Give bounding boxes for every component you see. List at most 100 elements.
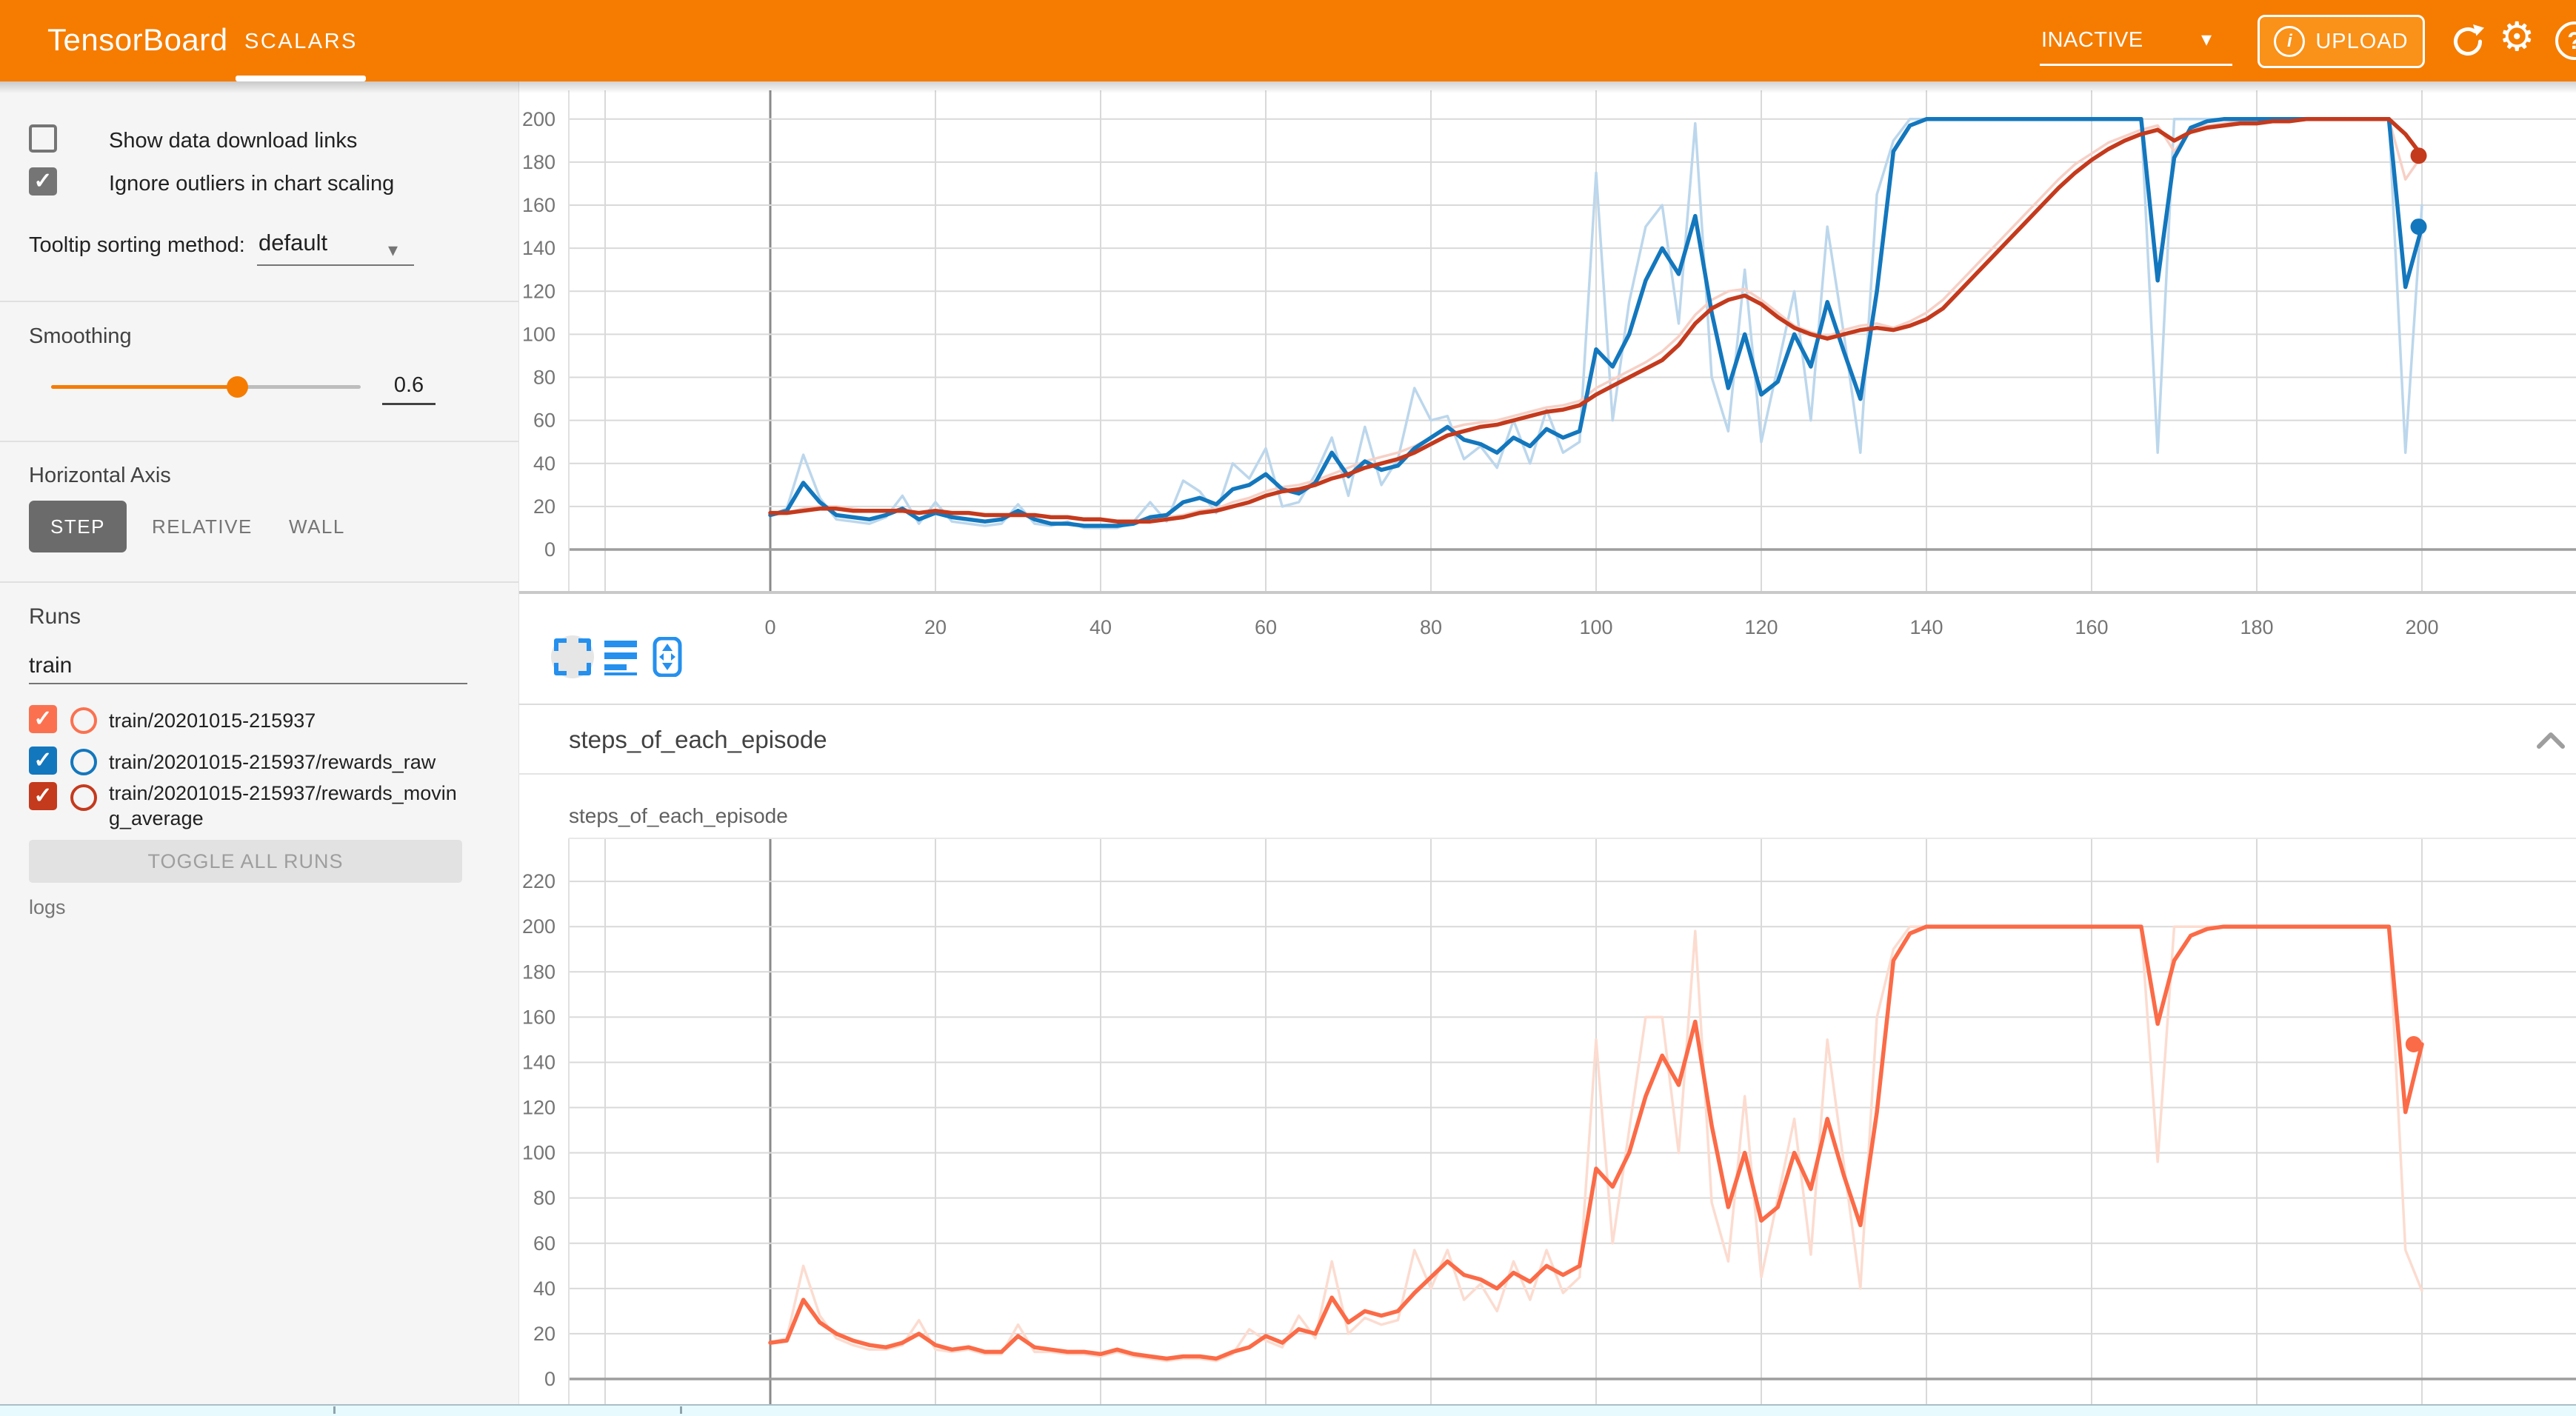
app-title: TensorBoard <box>47 22 228 58</box>
svg-text:140: 140 <box>522 237 555 259</box>
haxis-wall-button[interactable]: WALL <box>289 515 345 538</box>
toggle-all-runs-button[interactable]: TOGGLE ALL RUNS <box>29 840 462 883</box>
ignore-outliers-label: Ignore outliers in chart scaling <box>109 172 394 196</box>
tab-active-underline <box>236 76 366 81</box>
section-title[interactable]: steps_of_each_episode <box>569 726 827 754</box>
svg-text:0: 0 <box>764 616 775 638</box>
svg-text:100: 100 <box>522 1142 555 1164</box>
chart-card-title: steps_of_each_episode <box>569 804 788 828</box>
status-dropdown[interactable]: INACTIVE <box>2041 28 2143 53</box>
svg-text:180: 180 <box>522 961 555 983</box>
horizontal-axis-label: Horizontal Axis <box>29 464 171 488</box>
svg-text:120: 120 <box>522 1097 555 1119</box>
runs-filter-input[interactable]: train <box>29 653 72 678</box>
svg-text:140: 140 <box>522 1051 555 1073</box>
haxis-relative-button[interactable]: RELATIVE <box>152 515 253 538</box>
header-shadow <box>0 81 2576 93</box>
show-download-links-label: Show data download links <box>109 129 357 153</box>
steps-chart[interactable]: 020406080100120140160180200220 <box>518 829 2576 1404</box>
runs-heading: Runs <box>29 604 81 629</box>
check-icon: ✓ <box>33 170 52 193</box>
divider <box>518 773 2576 775</box>
run-row[interactable]: ✓ <box>29 747 57 775</box>
smoothing-slider-thumb[interactable] <box>227 376 248 398</box>
divider <box>518 704 2576 705</box>
run-color-ring[interactable] <box>70 784 97 811</box>
bottom-strip <box>0 1404 2576 1416</box>
svg-text:120: 120 <box>1744 616 1778 638</box>
smoothing-slider-fill <box>51 385 237 389</box>
data-table-icon[interactable] <box>604 638 637 675</box>
chevron-up-icon[interactable] <box>2536 732 2566 749</box>
svg-text:180: 180 <box>522 151 555 173</box>
smoothing-label: Smoothing <box>29 324 132 349</box>
svg-text:40: 40 <box>533 452 555 475</box>
svg-text:100: 100 <box>522 323 555 345</box>
tooltip-sorting-label: Tooltip sorting method: <box>29 233 245 258</box>
svg-text:160: 160 <box>522 194 555 216</box>
expand-chart-icon[interactable] <box>553 637 593 677</box>
haxis-step-button[interactable]: STEP <box>29 501 127 552</box>
svg-text:60: 60 <box>1255 616 1277 638</box>
run-label: train/20201015-215937/rewards_moving_ave… <box>109 781 466 831</box>
svg-text:180: 180 <box>2240 616 2273 638</box>
svg-text:0: 0 <box>544 1368 555 1390</box>
svg-text:80: 80 <box>1420 616 1442 638</box>
fit-domain-icon[interactable] <box>652 637 683 677</box>
run-checkbox[interactable]: ✓ <box>29 782 57 810</box>
divider <box>0 301 518 302</box>
check-icon: ✓ <box>33 785 52 807</box>
status-dropdown-underline <box>2040 64 2232 66</box>
run-color-ring[interactable] <box>70 707 97 734</box>
svg-text:20: 20 <box>924 616 947 638</box>
settings-sidebar: Show data download links ✓ Ignore outlie… <box>0 81 519 1416</box>
run-color-ring[interactable] <box>70 749 97 775</box>
help-icon[interactable]: ? <box>2555 21 2576 60</box>
rewards-chart[interactable]: 0204060801001201401601802000204060801001… <box>518 81 2576 704</box>
run-row[interactable]: ✓ <box>29 782 57 810</box>
run-row[interactable]: ✓ <box>29 705 57 733</box>
svg-text:200: 200 <box>522 108 555 130</box>
strip-tick <box>680 1406 682 1414</box>
upload-button-label: UPLOAD <box>2315 30 2408 54</box>
tooltip-sorting-select[interactable]: default <box>258 230 327 256</box>
caret-down-icon[interactable]: ▾ <box>388 238 398 261</box>
checkbox-unchecked[interactable] <box>29 124 57 153</box>
run-checkbox[interactable]: ✓ <box>29 747 57 775</box>
svg-text:160: 160 <box>2075 616 2108 638</box>
run-label: train/20201015-215937/rewards_raw <box>109 749 466 775</box>
tooltip-select-underline <box>257 264 414 266</box>
ignore-outliers-checkbox[interactable]: ✓ <box>29 167 57 196</box>
check-icon: ✓ <box>33 749 52 772</box>
run-label: train/20201015-215937 <box>109 708 466 733</box>
gear-icon[interactable]: ⚙ <box>2499 15 2535 59</box>
run-checkbox[interactable]: ✓ <box>29 705 57 733</box>
smoothing-value-input[interactable]: 0.6 <box>382 373 436 398</box>
svg-text:60: 60 <box>533 1232 555 1255</box>
upload-button[interactable]: i UPLOAD <box>2258 15 2425 68</box>
info-icon: i <box>2274 26 2305 57</box>
svg-text:200: 200 <box>522 915 555 938</box>
runs-filter-underline <box>29 683 467 684</box>
svg-text:120: 120 <box>522 280 555 302</box>
svg-text:100: 100 <box>1579 616 1612 638</box>
app-header: TensorBoard SCALARS INACTIVE ▾ i UPLOAD … <box>0 0 2576 81</box>
check-icon: ✓ <box>33 708 52 730</box>
svg-text:80: 80 <box>533 367 555 389</box>
svg-text:160: 160 <box>522 1006 555 1028</box>
smoothing-value-underline <box>382 403 436 405</box>
svg-text:200: 200 <box>2405 616 2438 638</box>
svg-text:40: 40 <box>1090 616 1112 638</box>
strip-tick <box>333 1406 336 1414</box>
refresh-icon[interactable] <box>2450 24 2486 59</box>
runs-group-logs-label[interactable]: logs <box>29 896 66 919</box>
svg-text:80: 80 <box>533 1187 555 1209</box>
svg-text:20: 20 <box>533 495 555 518</box>
checkbox-checked[interactable]: ✓ <box>29 167 57 196</box>
svg-text:20: 20 <box>533 1323 555 1345</box>
tab-scalars[interactable]: SCALARS <box>244 30 358 54</box>
divider <box>0 441 518 442</box>
show-download-links-checkbox[interactable] <box>29 124 57 153</box>
caret-down-icon[interactable]: ▾ <box>2201 27 2212 51</box>
svg-text:140: 140 <box>1909 616 1943 638</box>
